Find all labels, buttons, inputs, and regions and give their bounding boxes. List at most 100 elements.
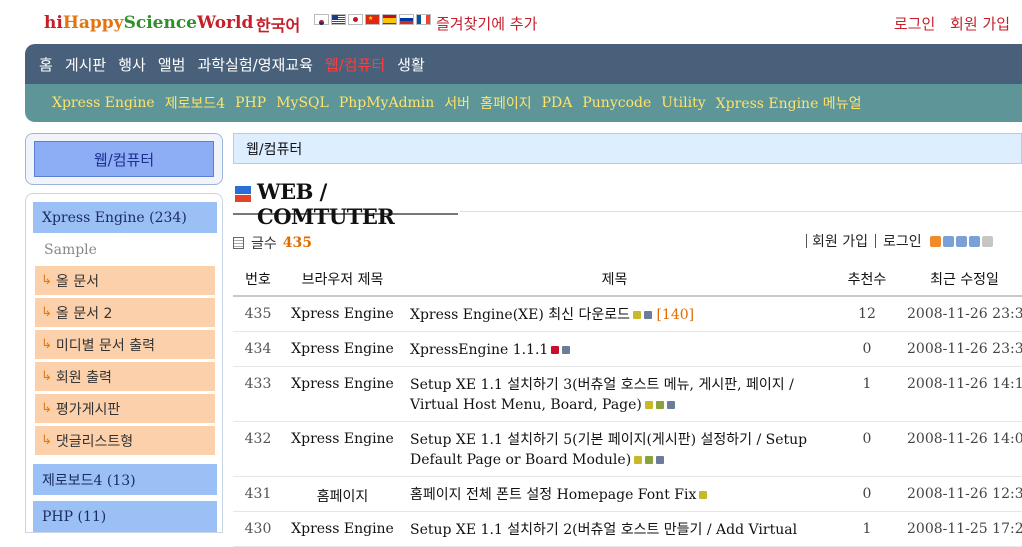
row-title-link[interactable]: Setup XE 1.1 설치하기 3(버츄얼 호스트 메뉴, 게시판, 페이지… — [410, 377, 794, 413]
subnav-item-php[interactable]: PHP — [235, 95, 266, 111]
row-browser-title: Xpress Engine — [283, 421, 402, 477]
subnav-item-homepage[interactable]: 홈페이지 — [480, 93, 532, 113]
table-row: 434 Xpress Engine XpressEngine 1.1.1 0 2… — [233, 331, 1022, 367]
sidebar-subitem[interactable]: ↳ 미디별 문서 출력 — [35, 330, 215, 359]
board-member-links: 회원 가입 로그인 — [806, 231, 993, 251]
row-browser-title: Xpress Engine — [283, 296, 402, 332]
row-number: 430 — [233, 511, 283, 547]
arrow-icon: ↳ — [41, 369, 52, 384]
image-icon — [645, 456, 654, 464]
row-title-link[interactable]: 홈페이지 전체 폰트 설정 Homepage Font Fix — [410, 487, 696, 503]
sidebar-subitem-label: 평가게시판 — [55, 401, 121, 418]
nav-item-album[interactable]: 앨범 — [158, 54, 186, 75]
subnav-item-pda[interactable]: PDA — [542, 95, 573, 111]
nav-item-events[interactable]: 행사 — [118, 54, 146, 75]
row-browser-title: Xpress Engine — [283, 331, 402, 367]
navigation: 홈 게시판 행사 앨범 과학실험/영재교육 웹/컴퓨터 생활 Xpress En… — [25, 44, 1022, 122]
sidebar-category-list: Xpress Engine (234) Sample ↳ 올 문서 ↳ 올 문서 2… — [25, 193, 223, 533]
subnav-item-punycode[interactable]: Punycode — [582, 95, 651, 111]
update-icon — [644, 401, 653, 409]
row-title-link[interactable]: XpressEngine 1.1.1 — [410, 342, 548, 358]
nav-item-home[interactable]: 홈 — [39, 54, 53, 75]
table-row: 431 홈페이지 홈페이지 전체 폰트 설정 Homepage Font Fix… — [233, 476, 1022, 512]
arrow-icon: ↳ — [41, 401, 52, 416]
subnav-item-xe-manual[interactable]: Xpress Engine 메뉴얼 — [716, 93, 862, 113]
sidebar-subitem[interactable]: ↳ 회원 출력 — [35, 362, 215, 391]
subnav-item-mysql[interactable]: MySQL — [276, 95, 329, 111]
sidebar-sample-label[interactable]: Sample — [44, 242, 97, 258]
main-nav: 홈 게시판 행사 앨범 과학실험/영재교육 웹/컴퓨터 생활 — [25, 44, 1022, 84]
board-signup-link[interactable]: 회원 가입 — [812, 231, 868, 251]
flag-jp-icon[interactable] — [348, 14, 363, 25]
signup-link[interactable]: 회원 가입 — [950, 15, 1010, 33]
flag-ru-icon[interactable] — [399, 14, 414, 25]
gallery-view-icon[interactable] — [955, 235, 967, 247]
sidebar-category[interactable]: Xpress Engine (234) — [33, 202, 217, 233]
sidebar-subitem[interactable]: ↳ 올 문서 2 — [35, 298, 215, 327]
nav-item-board[interactable]: 게시판 — [65, 54, 106, 75]
site-logo[interactable]: hiHappyScienceWorld — [44, 13, 253, 33]
webzine-view-icon[interactable] — [968, 235, 980, 247]
row-date: 2008-11-26 23:32 — [907, 331, 1022, 367]
col-header-last-modified[interactable]: 최근 수정일 — [907, 263, 1022, 297]
comment-count[interactable]: [140] — [656, 307, 694, 323]
subnav-item-xpress-engine[interactable]: Xpress Engine — [52, 95, 155, 111]
row-title-cell: Xpress Engine(XE) 최신 다운로드 [140] — [402, 296, 827, 332]
cloud-view-icon[interactable] — [981, 235, 993, 247]
text-view-icon[interactable] — [929, 235, 941, 247]
sidebar-title[interactable]: 웹/컴퓨터 — [34, 141, 214, 177]
col-header-browser-title[interactable]: 브라우저 제목 — [283, 263, 402, 297]
flag-kr-icon[interactable] — [314, 14, 329, 25]
divider — [874, 234, 876, 248]
logo-part: Happy — [62, 13, 124, 33]
arrow-icon: ↳ — [41, 273, 52, 288]
sidebar-subitem-label: 회원 출력 — [55, 369, 112, 386]
login-link[interactable]: 로그인 — [894, 15, 935, 33]
row-recommend: 0 — [827, 421, 907, 477]
arrow-icon: ↳ — [41, 337, 52, 352]
nav-item-science[interactable]: 과학실험/영재교육 — [197, 54, 312, 75]
sidebar-category[interactable]: PHP (11) — [33, 501, 217, 532]
language-label[interactable]: 한국어 — [256, 12, 300, 36]
table-row: 430 Xpress Engine Setup XE 1.1 설치하기 2(버츄… — [233, 511, 1022, 547]
table-header-row: 번호 브라우저 제목 제목 추천수 최근 수정일 — [233, 263, 1022, 297]
flag-us-icon[interactable] — [331, 14, 346, 25]
col-header-title[interactable]: 제목 — [402, 263, 827, 297]
row-title-cell: Setup XE 1.1 설치하기 5(기본 페이지(게시판) 설정하기 / S… — [402, 421, 827, 477]
sidebar-subitem[interactable]: ↳ 올 문서 — [35, 266, 215, 295]
flag-fr-icon[interactable] — [416, 14, 431, 25]
table-row: 432 Xpress Engine Setup XE 1.1 설치하기 5(기본… — [233, 421, 1022, 477]
row-number: 433 — [233, 366, 283, 422]
row-title-link[interactable]: Setup XE 1.1 설치하기 5(기본 페이지(게시판) 설정하기 / S… — [410, 432, 807, 468]
subnav-item-zeroboard4[interactable]: 제로보드4 — [165, 93, 225, 113]
flag-cn-icon[interactable]: ★ — [365, 14, 380, 25]
row-number: 431 — [233, 476, 283, 512]
subnav-item-phpmyadmin[interactable]: PhpMyAdmin — [339, 95, 434, 111]
sidebar-category[interactable]: 제로보드4 (13) — [33, 464, 217, 495]
sidebar-subitem-label: 올 문서 2 — [55, 305, 113, 322]
title-divider — [460, 211, 1022, 212]
row-title-link[interactable]: Xpress Engine(XE) 최신 다운로드 — [410, 307, 630, 323]
add-favorites-link[interactable]: 즐겨찾기에 추가 — [436, 13, 537, 34]
post-count-value: 435 — [282, 235, 312, 251]
board-login-link[interactable]: 로그인 — [883, 231, 922, 251]
subnav-item-utility[interactable]: Utility — [661, 95, 705, 111]
flag-es-icon[interactable] — [382, 14, 397, 25]
sidebar-subitem[interactable]: ↳ 평가게시판 — [35, 394, 215, 423]
list-view-icon[interactable] — [942, 235, 954, 247]
document-icon — [233, 237, 244, 249]
col-header-number[interactable]: 번호 — [233, 263, 283, 297]
subnav-item-server[interactable]: 서버 — [444, 93, 470, 113]
logo-part: Science — [123, 13, 197, 33]
file-icon — [656, 456, 665, 464]
top-bar: hiHappyScienceWorld 한국어 ★ 즐겨찾기에 추가 로그인 회… — [0, 0, 1022, 44]
nav-item-life[interactable]: 생활 — [397, 54, 425, 75]
sidebar-subitem[interactable]: ↳ 댓글리스트형 — [35, 426, 215, 455]
nav-item-web-computer[interactable]: 웹/컴퓨터 — [325, 54, 385, 75]
row-title-link[interactable]: Setup XE 1.1 설치하기 2(버츄얼 호스트 만들기 / Add Vi… — [410, 522, 797, 538]
row-browser-title: Xpress Engine — [283, 511, 402, 547]
table-row: 433 Xpress Engine Setup XE 1.1 설치하기 3(버츄… — [233, 366, 1022, 422]
new-icon — [551, 346, 560, 354]
col-header-recommend[interactable]: 추천수 — [827, 263, 907, 297]
row-number: 432 — [233, 421, 283, 477]
